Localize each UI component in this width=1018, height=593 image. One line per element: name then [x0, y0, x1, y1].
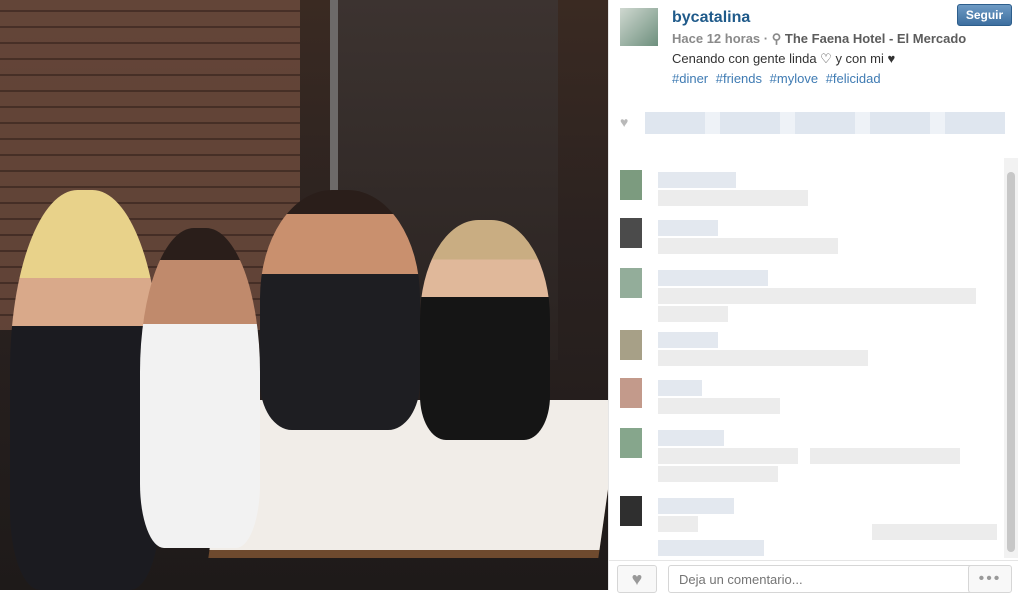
more-button[interactable]: ••• — [968, 565, 1012, 593]
avatar[interactable] — [620, 378, 642, 408]
hashtag-link[interactable]: #felicidad — [826, 71, 881, 86]
avatar[interactable] — [620, 218, 642, 248]
heart-icon: ♥ — [620, 114, 629, 130]
author-username[interactable]: bycatalina — [672, 9, 750, 27]
post-meta: Hace 12 horas · ⚲ The Faena Hotel - El M… — [672, 31, 966, 47]
avatar[interactable] — [620, 268, 642, 298]
person-2 — [140, 228, 260, 548]
hashtag-link[interactable]: #diner — [672, 71, 708, 86]
author-avatar[interactable] — [620, 8, 658, 46]
avatar[interactable] — [620, 330, 642, 360]
more-icon: ••• — [978, 570, 1002, 587]
list-item — [610, 268, 1000, 322]
comment-text-blurred — [658, 350, 868, 366]
scrollbar-thumb[interactable] — [1007, 172, 1015, 552]
comment-text-blurred — [658, 288, 976, 304]
comment-author-blurred — [658, 380, 702, 396]
person-1 — [10, 190, 160, 590]
comment-author-blurred — [658, 430, 724, 446]
list-item — [610, 496, 1000, 556]
list-item — [610, 218, 1000, 258]
comment-text-blurred — [658, 540, 764, 556]
post-location[interactable]: The Faena Hotel - El Mercado — [785, 31, 966, 46]
avatar[interactable] — [620, 428, 642, 458]
list-item — [610, 378, 1000, 418]
comment-text-blurred — [658, 238, 838, 254]
meta-separator: · — [763, 31, 769, 46]
person-4 — [420, 220, 550, 440]
comment-text-blurred — [658, 516, 698, 532]
comment-author-blurred — [658, 220, 718, 236]
comment-author-blurred — [658, 270, 768, 286]
avatar[interactable] — [620, 496, 642, 526]
comment-author-blurred — [658, 332, 718, 348]
heart-icon: ♥ — [631, 568, 643, 589]
post-hashtags: #diner #friends #mylove #felicidad — [672, 71, 885, 86]
hashtag-link[interactable]: #friends — [716, 71, 762, 86]
like-button[interactable]: ♥ — [617, 565, 657, 593]
comment-input[interactable] — [668, 565, 980, 593]
post-photo — [0, 0, 608, 590]
location-pin-icon: ⚲ — [771, 31, 782, 46]
comment-text-blurred — [658, 466, 778, 482]
post-caption: Cenando con gente linda ♡ y con mi ♥ — [672, 51, 896, 66]
comment-text-blurred — [658, 190, 808, 206]
hashtag-link[interactable]: #mylove — [770, 71, 818, 86]
comment-text-blurred — [658, 448, 798, 464]
comment-text-blurred — [658, 306, 728, 322]
likes-list-blurred — [645, 112, 1005, 134]
comment-text-blurred — [810, 448, 960, 464]
list-item — [610, 330, 1000, 370]
comments-scrollbar[interactable] — [1004, 158, 1018, 558]
dinner-table — [209, 400, 608, 550]
avatar[interactable] — [620, 170, 642, 200]
post-time[interactable]: Hace 12 horas — [672, 31, 760, 46]
person-3 — [260, 190, 420, 430]
comment-text-blurred — [658, 398, 780, 414]
comment-text-blurred — [872, 524, 997, 540]
follow-button[interactable]: Seguir — [957, 4, 1012, 26]
list-item — [610, 428, 1000, 488]
comments-list — [610, 160, 1002, 560]
comment-author-blurred — [658, 172, 736, 188]
list-item — [610, 170, 1000, 210]
comment-author-blurred — [658, 498, 734, 514]
